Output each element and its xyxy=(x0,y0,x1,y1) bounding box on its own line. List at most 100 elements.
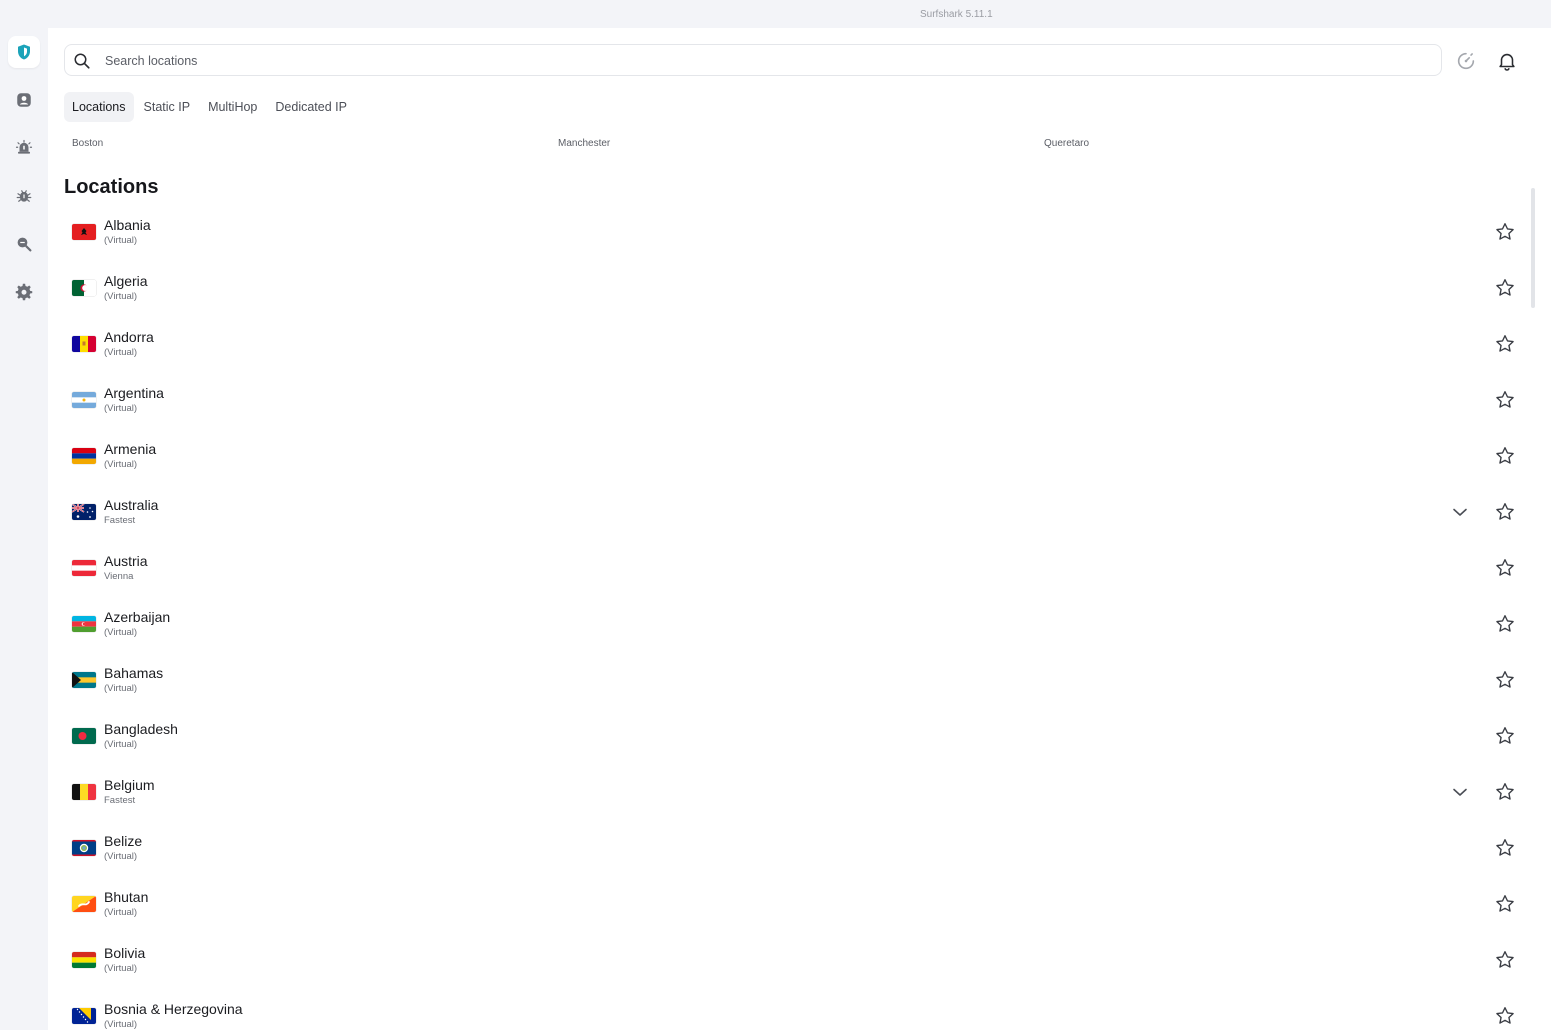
location-row[interactable]: Bangladesh (Virtual) xyxy=(48,708,1528,764)
location-row[interactable]: Bolivia (Virtual) xyxy=(48,932,1528,988)
favorite-star-icon[interactable] xyxy=(1494,501,1516,523)
sidebar-item-account[interactable] xyxy=(8,84,40,116)
sidebar xyxy=(0,28,48,1030)
tab-multihop[interactable]: MultiHop xyxy=(200,92,265,122)
location-list: Albania (Virtual) Algeria (Virtual) Andorra (… xyxy=(48,204,1528,1030)
alert-icon xyxy=(15,139,33,154)
location-row[interactable]: Bhutan (Virtual) xyxy=(48,876,1528,932)
favorite-star-icon[interactable] xyxy=(1494,557,1516,579)
flag-australia-icon xyxy=(72,504,96,520)
title-bar: Surfshark 5.11.1 xyxy=(0,0,1551,28)
country-subtitle: (Virtual) xyxy=(104,291,138,302)
tab-dedicated-ip[interactable]: Dedicated IP xyxy=(267,92,355,122)
flag-bhutan-icon xyxy=(72,896,96,912)
country-subtitle: Vienna xyxy=(104,571,134,582)
recent-location-queretaro[interactable]: Queretaro xyxy=(1044,138,1089,149)
flag-bosnia-icon xyxy=(72,1008,96,1024)
scrollbar[interactable] xyxy=(1531,188,1535,308)
location-row[interactable]: Andorra (Virtual) xyxy=(48,316,1528,372)
location-row[interactable]: Belize (Virtual) xyxy=(48,820,1528,876)
location-row[interactable]: Azerbaijan (Virtual) xyxy=(48,596,1528,652)
speedometer-icon xyxy=(1457,52,1475,70)
favorite-star-icon[interactable] xyxy=(1494,221,1516,243)
country-subtitle: (Virtual) xyxy=(104,851,138,862)
country-name: Belgium xyxy=(104,777,155,793)
location-row[interactable]: Belgium Fastest xyxy=(48,764,1528,820)
flag-bahamas-icon xyxy=(72,672,96,688)
flag-austria-icon xyxy=(72,560,96,576)
favorite-star-icon[interactable] xyxy=(1494,1005,1516,1027)
notifications-button[interactable] xyxy=(1496,50,1518,72)
favorite-star-icon[interactable] xyxy=(1494,277,1516,299)
country-name: Argentina xyxy=(104,385,164,401)
country-subtitle: (Virtual) xyxy=(104,739,138,750)
country-name: Algeria xyxy=(104,273,148,289)
favorite-star-icon[interactable] xyxy=(1494,445,1516,467)
location-row[interactable]: Australia Fastest xyxy=(48,484,1528,540)
location-row[interactable]: Bosnia & Herzegovina (Virtual) xyxy=(48,988,1528,1030)
account-icon xyxy=(17,93,31,107)
bell-icon xyxy=(1499,53,1515,71)
recent-location-boston[interactable]: Boston xyxy=(72,138,103,149)
country-subtitle: (Virtual) xyxy=(104,1019,138,1030)
search-box[interactable] xyxy=(64,44,1442,76)
expand-chevron-down-icon[interactable] xyxy=(1450,782,1470,802)
favorite-star-icon[interactable] xyxy=(1494,893,1516,915)
favorite-star-icon[interactable] xyxy=(1494,837,1516,859)
location-row[interactable]: Algeria (Virtual) xyxy=(48,260,1528,316)
tab-static-ip[interactable]: Static IP xyxy=(136,92,199,122)
flag-argentina-icon xyxy=(72,392,96,408)
country-name: Bangladesh xyxy=(104,721,178,737)
country-subtitle: Fastest xyxy=(104,795,136,806)
location-row[interactable]: Austria Vienna xyxy=(48,540,1528,596)
favorite-star-icon[interactable] xyxy=(1494,333,1516,355)
search-zoom-icon xyxy=(17,237,32,252)
sidebar-item-settings[interactable] xyxy=(8,276,40,308)
country-subtitle: Fastest xyxy=(104,515,136,526)
country-name: Bahamas xyxy=(104,665,164,681)
favorite-star-icon[interactable] xyxy=(1494,669,1516,691)
country-name: Azerbaijan xyxy=(104,609,171,625)
flag-algeria-icon xyxy=(72,280,96,296)
speed-test-button[interactable] xyxy=(1455,50,1477,72)
country-name: Belize xyxy=(104,833,143,849)
location-row[interactable]: Bahamas (Virtual) xyxy=(48,652,1528,708)
expand-chevron-down-icon[interactable] xyxy=(1450,502,1470,522)
country-subtitle: (Virtual) xyxy=(104,963,138,974)
section-title: Locations xyxy=(64,176,159,198)
country-name: Andorra xyxy=(104,329,154,345)
sidebar-item-antivirus[interactable] xyxy=(8,180,40,212)
flag-armenia-icon xyxy=(72,448,96,464)
sidebar-item-vpn[interactable] xyxy=(8,36,40,68)
country-name: Australia xyxy=(104,497,159,513)
country-subtitle: (Virtual) xyxy=(104,403,138,414)
search-input[interactable] xyxy=(105,51,1405,71)
favorite-star-icon[interactable] xyxy=(1494,781,1516,803)
country-name: Armenia xyxy=(104,441,157,457)
tab-locations[interactable]: Locations xyxy=(64,92,134,122)
recent-location-manchester[interactable]: Manchester xyxy=(558,138,610,149)
bug-icon xyxy=(16,190,32,202)
favorite-star-icon[interactable] xyxy=(1494,389,1516,411)
flag-andorra-icon xyxy=(72,336,96,352)
favorite-star-icon[interactable] xyxy=(1494,949,1516,971)
country-name: Bosnia & Herzegovina xyxy=(104,1001,243,1017)
flag-albania-icon xyxy=(72,224,96,240)
location-row[interactable]: Argentina (Virtual) xyxy=(48,372,1528,428)
favorite-star-icon[interactable] xyxy=(1494,613,1516,635)
location-row[interactable]: Albania (Virtual) xyxy=(48,204,1528,260)
country-subtitle: (Virtual) xyxy=(104,907,138,918)
location-row[interactable]: Armenia (Virtual) xyxy=(48,428,1528,484)
main-panel: Locations Static IP MultiHop Dedicated I… xyxy=(48,28,1551,1030)
location-tabs: Locations Static IP MultiHop Dedicated I… xyxy=(64,92,355,122)
window-title: Surfshark 5.11.1 xyxy=(920,9,993,20)
favorite-star-icon[interactable] xyxy=(1494,725,1516,747)
flag-bangladesh-icon xyxy=(72,728,96,744)
country-subtitle: (Virtual) xyxy=(104,235,138,246)
country-name: Bolivia xyxy=(104,945,146,961)
country-subtitle: (Virtual) xyxy=(104,459,138,470)
sidebar-item-search-privacy[interactable] xyxy=(8,228,40,260)
country-name: Austria xyxy=(104,553,148,569)
sidebar-item-alert[interactable] xyxy=(8,132,40,164)
country-subtitle: (Virtual) xyxy=(104,683,138,694)
